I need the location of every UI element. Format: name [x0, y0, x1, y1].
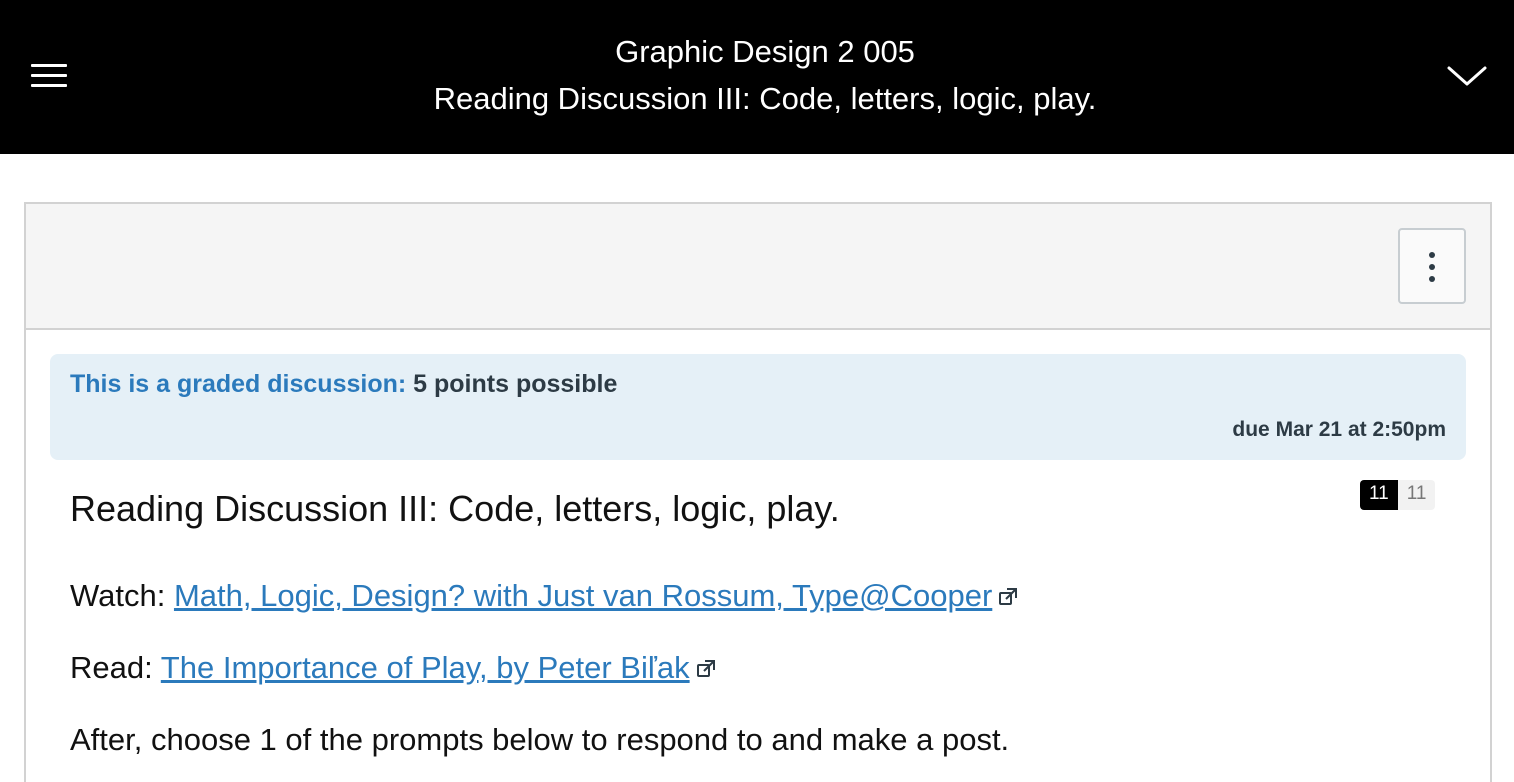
top-nav-bar: Graphic Design 2 005 Reading Discussion …: [0, 0, 1514, 154]
watch-video-link[interactable]: Math, Logic, Design? with Just van Rossu…: [174, 578, 992, 613]
external-link-icon: [999, 588, 1018, 605]
instructions-paragraph: After, choose 1 of the prompts below to …: [70, 722, 1010, 757]
read-article-link[interactable]: The Importance of Play, by Peter Biľak: [161, 650, 690, 685]
read-prefix: Read:: [70, 650, 153, 685]
unread-count-badge: 11: [1360, 480, 1398, 510]
watch-prefix: Watch:: [70, 578, 166, 613]
watch-paragraph: Watch: Math, Logic, Design? with Just va…: [70, 578, 1018, 614]
grading-info: This is a graded discussion: 5 points po…: [70, 370, 617, 399]
hamburger-menu-icon[interactable]: [28, 60, 70, 90]
discussion-title: Reading Discussion III: Code, letters, l…: [70, 488, 840, 529]
course-title: Graphic Design 2 005: [615, 34, 915, 69]
read-paragraph: Read: The Importance of Play, by Peter B…: [70, 650, 716, 686]
header-titles: Graphic Design 2 005 Reading Discussion …: [300, 30, 1230, 124]
reply-count-badges: 11 11: [1360, 480, 1436, 510]
kebab-menu-icon: [1429, 252, 1435, 258]
discussion-card: This is a graded discussion: 5 points po…: [24, 202, 1492, 782]
external-link-icon: [696, 660, 715, 677]
graded-discussion-banner: This is a graded discussion: 5 points po…: [50, 354, 1466, 460]
graded-discussion-label: This is a graded discussion:: [70, 370, 407, 398]
page-subtitle: Reading Discussion III: Code, letters, l…: [433, 81, 1097, 116]
total-count-badge: 11: [1397, 480, 1436, 510]
due-date: due Mar 21 at 2:50pm: [1232, 418, 1446, 441]
chevron-down-icon[interactable]: [1444, 58, 1490, 92]
discussion-toolbar: [26, 204, 1490, 330]
options-menu-button[interactable]: [1398, 228, 1466, 304]
points-possible: 5 points possible: [413, 370, 618, 398]
